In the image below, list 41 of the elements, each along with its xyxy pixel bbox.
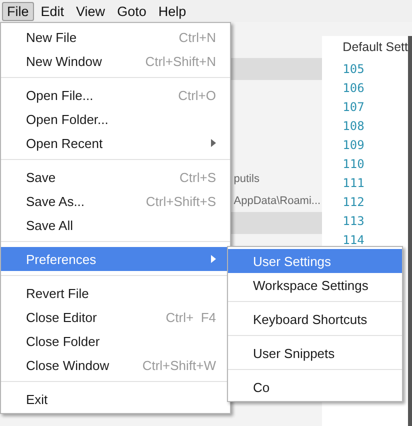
menu-item[interactable]: Close Folder (1, 329, 230, 353)
sidebar-highlight[interactable] (230, 58, 322, 80)
submenu-arrow-icon (211, 139, 216, 147)
line-number: 114 (342, 232, 366, 248)
menu-item[interactable]: Preferences (1, 247, 230, 271)
menu-item[interactable]: Save All (1, 213, 230, 237)
line-number: 112 (342, 194, 366, 210)
menu-item[interactable]: User Settings (228, 249, 402, 273)
line-number: 109 (342, 136, 366, 154)
menu-item[interactable]: Open Folder... (1, 107, 230, 131)
sidebar-label[interactable]: AppData\Roami... (234, 195, 321, 207)
menu-item[interactable]: Open File... Ctrl+O (1, 83, 230, 107)
line-number: 107 (342, 98, 366, 116)
sidebar-highlight[interactable] (230, 212, 322, 234)
menu-item[interactable]: Close Window Ctrl+Shift+W (1, 353, 230, 377)
line-number: 105 (342, 60, 366, 78)
menu-item[interactable]: Open Recent (1, 131, 230, 155)
menu-item[interactable]: Keyboard Shortcuts (228, 307, 402, 331)
editor-tab[interactable]: Default Sett (322, 36, 408, 58)
menu-item[interactable]: Exit (1, 387, 230, 411)
menu-item[interactable]: Co (228, 375, 402, 399)
menu-title[interactable]: Edit (36, 2, 70, 20)
menu-item[interactable]: Revert File (1, 281, 230, 305)
menu-item[interactable]: User Snippets (228, 341, 402, 365)
menu-title[interactable]: View (71, 2, 110, 20)
line-number: 113 (342, 212, 366, 230)
menu-title[interactable]: Help (153, 2, 192, 20)
menu-item[interactable]: New Window Ctrl+Shift+N (1, 49, 230, 73)
menu-item[interactable]: Save Ctrl+S (1, 165, 230, 189)
menu-item[interactable]: Save As... Ctrl+Shift+S (1, 189, 230, 213)
menu-item[interactable]: New File Ctrl+N (1, 25, 230, 49)
line-number: 110 (342, 156, 366, 172)
submenu-arrow-icon (211, 255, 216, 263)
menu-title[interactable]: Goto (112, 2, 152, 20)
line-number: 106 (342, 80, 366, 96)
menu-item[interactable]: Close Editor Ctrl+ F4 (1, 305, 230, 329)
sidebar-label[interactable]: putils (234, 173, 260, 185)
menu-item[interactable]: Workspace Settings (228, 273, 402, 297)
line-number: 111 (342, 174, 366, 192)
line-number: 108 (342, 118, 366, 134)
menu-title[interactable]: File (2, 2, 34, 20)
